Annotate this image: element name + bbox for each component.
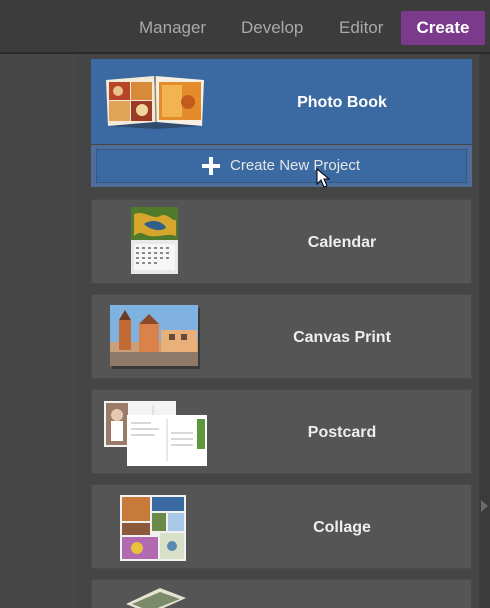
canvas-print-thumbnail xyxy=(110,305,200,369)
photo-book-thumbnail xyxy=(106,75,204,129)
left-panel xyxy=(0,54,78,608)
calendar-thumbnail xyxy=(131,207,178,274)
plus-icon xyxy=(202,157,220,175)
mouse-cursor-icon xyxy=(316,168,330,188)
tab-develop[interactable]: Develop xyxy=(241,11,303,45)
postcard-thumbnail xyxy=(104,401,207,466)
tab-manager[interactable]: Manager xyxy=(139,11,206,45)
tab-editor[interactable]: Editor xyxy=(339,11,383,45)
project-label-photo-book: Photo Book xyxy=(297,94,387,111)
project-label-postcard: Postcard xyxy=(307,424,377,441)
scrollbar[interactable] xyxy=(479,54,490,608)
project-label-calendar: Calendar xyxy=(307,234,377,251)
project-card-partial[interactable] xyxy=(91,579,472,608)
project-card-postcard[interactable]: Postcard xyxy=(91,389,472,474)
project-card-calendar[interactable]: Calendar xyxy=(91,199,472,284)
scroll-arrow-icon[interactable] xyxy=(481,500,488,512)
tab-create[interactable]: Create xyxy=(401,11,485,45)
project-card-canvas-print[interactable]: Canvas Print xyxy=(91,294,472,379)
project-card-collage[interactable]: Collage xyxy=(91,484,472,569)
project-label-collage: Collage xyxy=(313,519,371,536)
project-label-canvas-print: Canvas Print xyxy=(293,329,391,346)
top-nav-bar: Manager Develop Editor Create xyxy=(0,0,490,54)
create-new-project-label: Create New Project xyxy=(230,157,361,174)
collage-thumbnail xyxy=(120,495,186,561)
project-thumbnail-partial xyxy=(126,588,186,608)
project-card-photo-book[interactable]: Photo Book xyxy=(91,59,472,144)
